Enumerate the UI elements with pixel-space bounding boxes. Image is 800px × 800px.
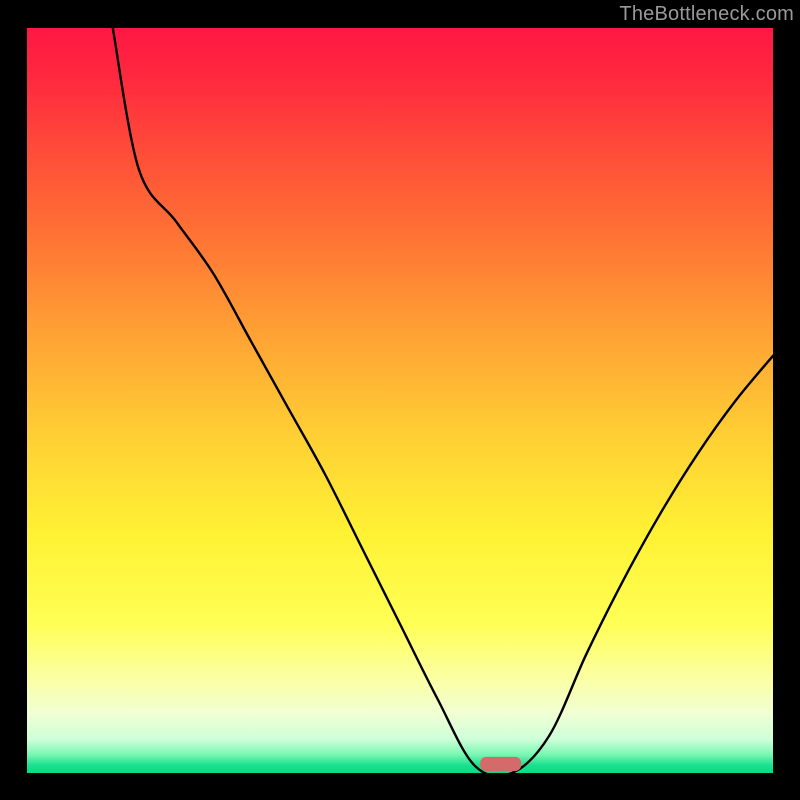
optimal-marker	[480, 757, 521, 771]
chart-frame: TheBottleneck.com	[0, 0, 800, 800]
gradient-background	[27, 28, 773, 773]
bottleneck-chart	[0, 0, 800, 800]
watermark-label: TheBottleneck.com	[619, 3, 794, 26]
